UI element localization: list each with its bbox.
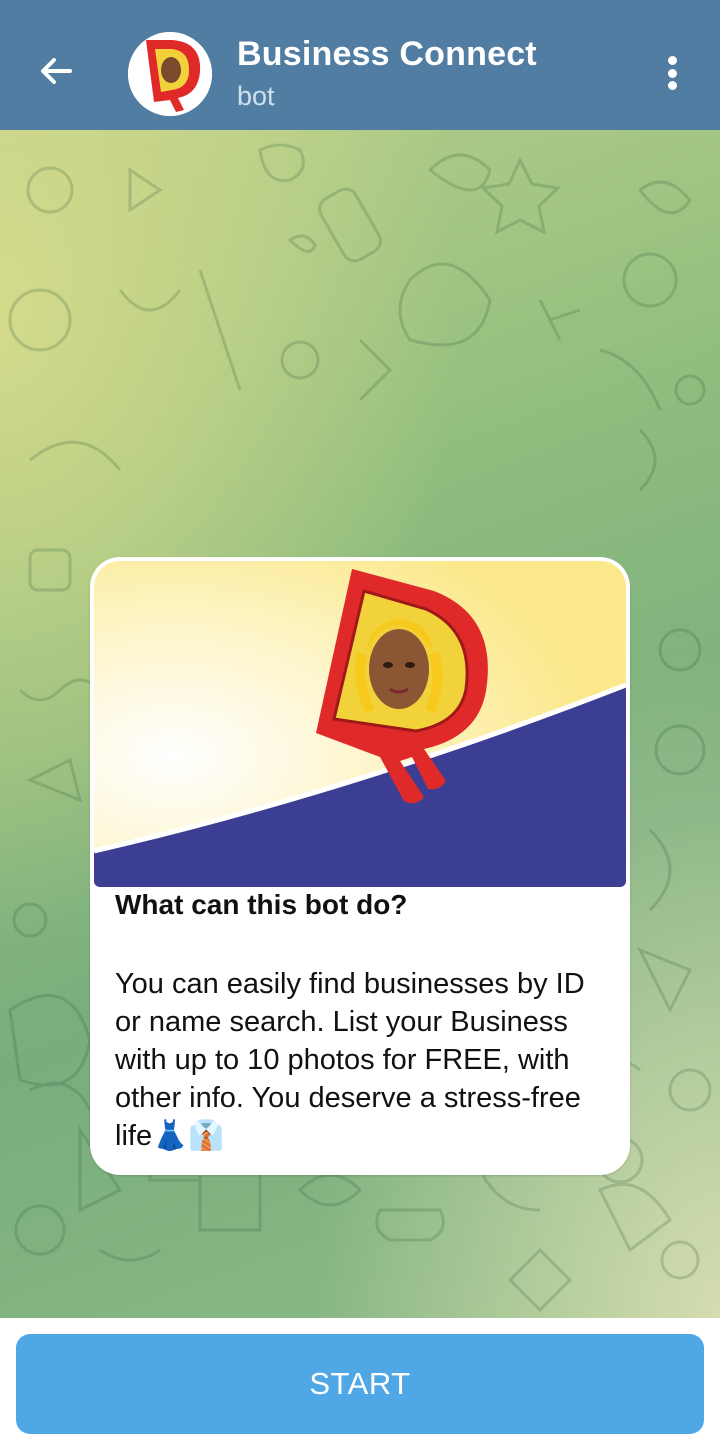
chat-background: What can this bot do? You can easily fin… [0, 130, 720, 1318]
bot-info-heading: What can this bot do? [115, 889, 408, 920]
bot-info-card: What can this bot do? You can easily fin… [90, 557, 630, 1175]
more-options-button[interactable] [652, 50, 692, 96]
start-button[interactable]: START [16, 1334, 704, 1434]
chat-subtitle: bot [237, 81, 275, 111]
bottom-bar: START [0, 1318, 720, 1450]
bot-info-description: You can easily find businesses by ID or … [115, 968, 585, 1152]
bot-avatar[interactable] [128, 32, 212, 116]
back-arrow-icon [41, 58, 72, 84]
bot-banner-image [94, 561, 626, 887]
back-button[interactable] [28, 43, 84, 99]
chat-header: Business Connect bot [0, 0, 720, 130]
more-vert-icon [667, 56, 677, 65]
chat-title[interactable]: Business Connect [237, 35, 537, 74]
